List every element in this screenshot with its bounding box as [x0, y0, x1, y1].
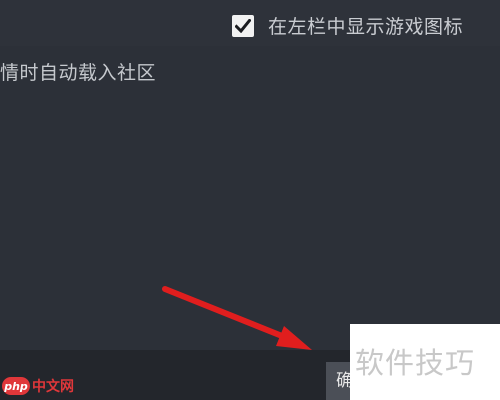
auto-load-community-label: 情时自动载入社区: [0, 62, 157, 84]
checkmark-icon: [235, 18, 251, 33]
php-logo: php 中文网: [2, 376, 74, 396]
settings-screen: 在左栏中显示游戏图标 情时自动载入社区 确 软件技巧 php 中文网: [0, 0, 500, 400]
logo-badge: php: [2, 377, 30, 395]
show-game-icons-label: 在左栏中显示游戏图标: [268, 16, 464, 38]
logo-text: 中文网: [32, 379, 74, 395]
show-game-icons-checkbox[interactable]: [232, 14, 254, 37]
watermark-text: 软件技巧: [355, 346, 476, 380]
show-game-icons-option[interactable]: 在左栏中显示游戏图标: [232, 12, 463, 39]
